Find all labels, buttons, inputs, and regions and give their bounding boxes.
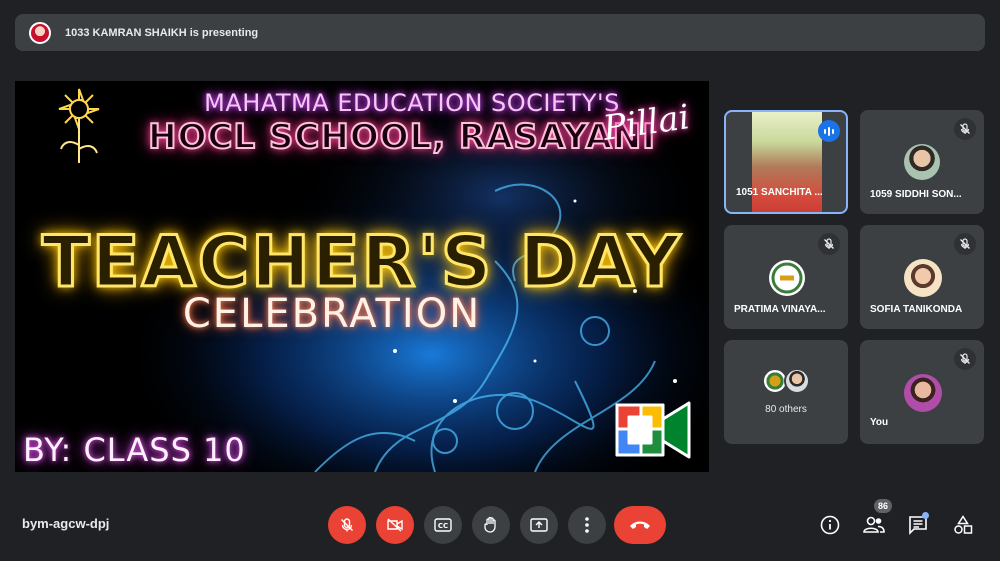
mic-off-icon [818, 233, 840, 255]
participant-tile[interactable]: SOFIA TANIKONDA [860, 225, 984, 329]
participant-avatar [769, 260, 805, 296]
mic-toggle-button[interactable] [328, 506, 366, 544]
chat-notification-dot [922, 512, 929, 519]
present-screen-icon [530, 518, 548, 532]
google-meet-logo [615, 401, 691, 459]
meeting-code: bym-agcw-dpj [22, 516, 110, 531]
participant-avatar [904, 144, 940, 180]
presenter-avatar [29, 21, 51, 44]
people-icon [863, 516, 885, 533]
slide-subtitle: CELEBRATION [182, 291, 482, 337]
call-end-icon [630, 521, 650, 529]
slide-byline: BY: CLASS 10 [23, 431, 246, 469]
shared-screen[interactable]: MAHATMA EDUCATION SOCIETY'S HOCL SCHOOL,… [15, 81, 709, 472]
others-count: 80 others [765, 404, 807, 415]
self-avatar [904, 374, 942, 412]
closed-captions-icon: CC [434, 518, 452, 532]
hand-icon [484, 516, 496, 533]
people-button[interactable] [861, 512, 887, 538]
participant-name: 1051 SANCHITA ... [736, 187, 823, 198]
participant-tile-self[interactable]: You [860, 340, 984, 444]
present-now-button[interactable] [520, 506, 558, 544]
info-icon [820, 515, 840, 535]
presenting-banner: 1033 KAMRAN SHAIKH is presenting [15, 14, 985, 51]
participant-tile[interactable]: 1051 SANCHITA ... [724, 110, 848, 214]
activities-button[interactable] [950, 512, 976, 538]
others-tile[interactable]: 80 others [724, 340, 848, 444]
more-options-button[interactable] [568, 506, 606, 544]
mic-off-icon [954, 118, 976, 140]
participant-name: PRATIMA VINAYA... [734, 304, 826, 315]
others-avatars [762, 368, 810, 394]
presenting-text: 1033 KAMRAN SHAIKH is presenting [65, 26, 259, 39]
participant-name: 1059 SIDDHI SON... [870, 189, 962, 200]
participant-name: You [870, 417, 889, 428]
participant-tile[interactable]: PRATIMA VINAYA... [724, 225, 848, 329]
activities-icon [954, 515, 973, 534]
raise-hand-button[interactable] [472, 506, 510, 544]
participant-avatar [904, 259, 942, 297]
people-count-badge: 86 [874, 499, 892, 513]
speaking-indicator-icon [818, 120, 840, 142]
svg-text:CC: CC [438, 522, 448, 530]
mic-off-icon [954, 348, 976, 370]
leave-call-button[interactable] [614, 506, 666, 544]
mic-off-icon [340, 518, 354, 532]
mic-off-icon [954, 233, 976, 255]
participant-tile[interactable]: 1059 SIDDHI SON... [860, 110, 984, 214]
captions-button[interactable]: CC [424, 506, 462, 544]
participant-name: SOFIA TANIKONDA [870, 304, 963, 315]
meeting-details-button[interactable] [817, 512, 843, 538]
camera-toggle-button[interactable] [376, 506, 414, 544]
camera-off-icon [387, 518, 403, 532]
more-vert-icon [585, 517, 589, 533]
participant-avatar [784, 368, 810, 394]
